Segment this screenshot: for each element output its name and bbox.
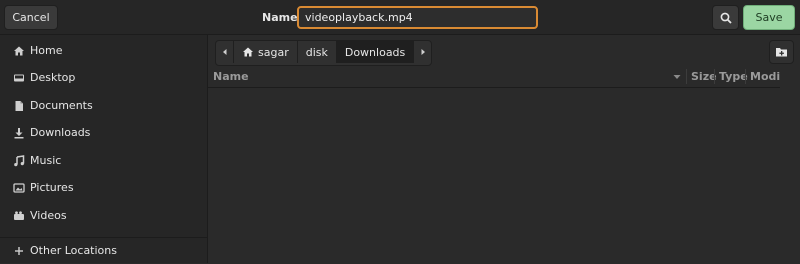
path-bar: sagar disk Downloads — [215, 40, 433, 66]
file-list-margin — [780, 66, 800, 263]
search-icon — [720, 12, 732, 24]
column-size[interactable]: Size — [691, 66, 717, 87]
sidebar-item-music[interactable]: Music — [0, 147, 207, 174]
column-divider — [714, 69, 715, 84]
new-folder-icon — [776, 48, 787, 57]
path-back-button[interactable] — [216, 41, 234, 63]
path-segment-label: sagar — [258, 45, 289, 59]
download-icon — [12, 126, 26, 140]
sidebar-item-label: Videos — [30, 209, 67, 222]
column-modified-label: Modified — [750, 70, 780, 83]
path-segment-label: Downloads — [344, 45, 406, 59]
column-size-label: Size — [691, 70, 717, 83]
column-type-label: Type — [719, 70, 748, 83]
path-segment-sagar[interactable]: sagar — [234, 41, 298, 63]
plus-icon — [12, 244, 26, 258]
chevron-left-icon — [222, 49, 226, 55]
sidebar: Home Desktop Documents Downloads Music P… — [0, 35, 208, 263]
sidebar-item-label: Downloads — [30, 126, 91, 139]
sidebar-item-documents[interactable]: Documents — [0, 92, 207, 119]
column-name[interactable]: Name — [213, 66, 683, 87]
sidebar-item-other-locations[interactable]: Other Locations — [0, 237, 207, 264]
path-segment-label: disk — [305, 45, 328, 59]
sidebar-item-label: Home — [30, 44, 63, 57]
search-button[interactable] — [712, 5, 739, 30]
sidebar-item-label: Music — [30, 154, 62, 167]
filename-input[interactable] — [297, 6, 538, 29]
sidebar-item-pictures[interactable]: Pictures — [0, 174, 207, 201]
music-icon — [12, 154, 26, 168]
document-icon — [12, 99, 26, 113]
column-divider — [745, 69, 746, 84]
home-icon — [243, 47, 253, 57]
sidebar-item-label: Pictures — [30, 181, 74, 194]
path-segment-disk[interactable]: disk — [298, 41, 337, 63]
file-list[interactable] — [208, 88, 780, 263]
home-icon — [12, 44, 26, 58]
sidebar-item-label: Desktop — [30, 71, 76, 84]
desktop-icon — [12, 71, 26, 85]
name-label: Name — [262, 11, 298, 24]
sidebar-item-desktop[interactable]: Desktop — [0, 64, 207, 91]
save-button[interactable]: Save — [743, 5, 795, 30]
column-divider — [686, 69, 687, 84]
sidebar-item-downloads[interactable]: Downloads — [0, 119, 207, 146]
sidebar-item-label: Documents — [30, 99, 93, 112]
sidebar-item-home[interactable]: Home — [0, 37, 207, 64]
path-segment-downloads[interactable]: Downloads — [336, 41, 415, 63]
cancel-button[interactable]: Cancel — [4, 5, 58, 30]
sidebar-item-videos[interactable]: Videos — [0, 202, 207, 229]
sort-descending-icon — [673, 75, 681, 79]
video-icon — [12, 209, 26, 223]
header-bar: Cancel Name Save — [0, 0, 800, 35]
new-folder-button[interactable] — [769, 40, 794, 64]
chevron-right-icon — [421, 49, 425, 55]
column-header-row: Name Size Type Modified — [208, 66, 780, 88]
column-name-label: Name — [213, 70, 249, 83]
sidebar-item-label: Other Locations — [30, 244, 117, 257]
picture-icon — [12, 181, 26, 195]
path-forward-button[interactable] — [414, 41, 431, 63]
column-type[interactable]: Type — [719, 66, 748, 87]
column-modified[interactable]: Modified — [750, 66, 780, 87]
